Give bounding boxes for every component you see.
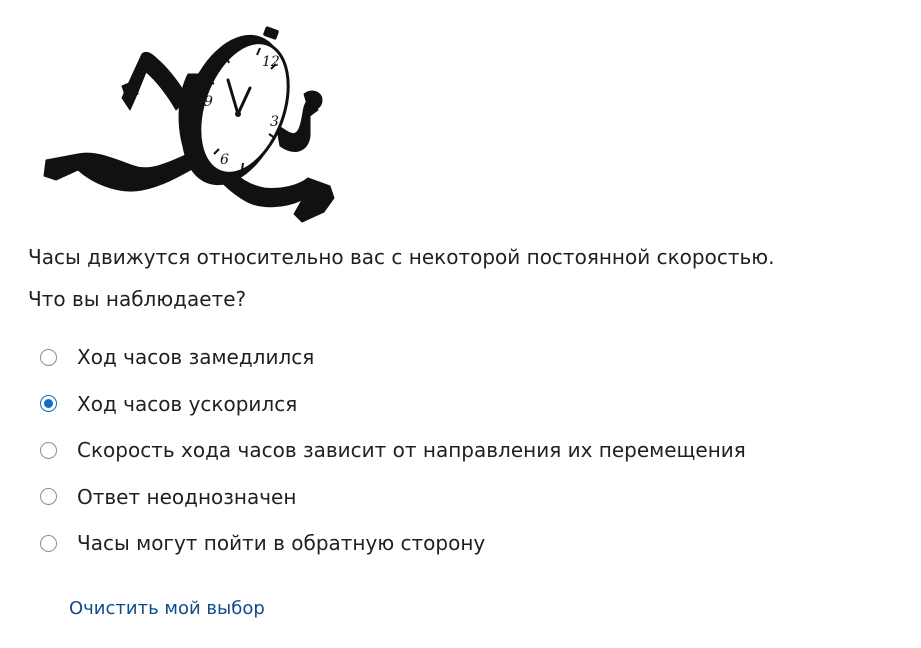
clear-my-choice-link[interactable]: Очистить мой выбор <box>69 596 265 622</box>
answer-label: Ход часов замедлился <box>77 345 315 370</box>
radio-button[interactable] <box>40 488 57 506</box>
running-clock-illustration: 12 3 6 9 <box>43 26 335 223</box>
radio-button[interactable] <box>40 534 57 552</box>
clock-numeral-6: 6 <box>220 152 229 168</box>
answer-label: Скорость хода часов зависит от направлен… <box>77 438 746 463</box>
radio-button[interactable] <box>40 441 57 459</box>
answer-label: Ход часов ускорился <box>77 391 298 416</box>
question-line-2: Что вы наблюдаете? <box>28 287 247 311</box>
answer-option-5[interactable]: Часы могут пойти в обратную сторону <box>38 520 898 567</box>
answer-option-3[interactable]: Скорость хода часов зависит от направлен… <box>38 427 898 474</box>
answer-label: Часы могут пойти в обратную сторону <box>77 531 486 556</box>
question-line-1: Часы движутся относительно вас с некотор… <box>28 245 775 269</box>
answer-option-4[interactable]: Ответ неоднозначен <box>38 474 898 521</box>
answer-option-1[interactable]: Ход часов замедлился <box>38 334 898 381</box>
clock-numeral-9: 9 <box>204 94 213 110</box>
clock-numeral-3: 3 <box>270 114 279 130</box>
radio-button-selected[interactable] <box>40 395 57 413</box>
question-text: Часы движутся относительно вас с некотор… <box>28 236 908 320</box>
answer-label: Ответ неоднозначен <box>77 484 297 509</box>
answer-options: Ход часов замедлился Ход часов ускорился… <box>38 334 898 567</box>
clock-numeral-12: 12 <box>262 54 280 70</box>
answer-option-2[interactable]: Ход часов ускорился <box>38 381 898 428</box>
radio-button[interactable] <box>40 348 57 366</box>
